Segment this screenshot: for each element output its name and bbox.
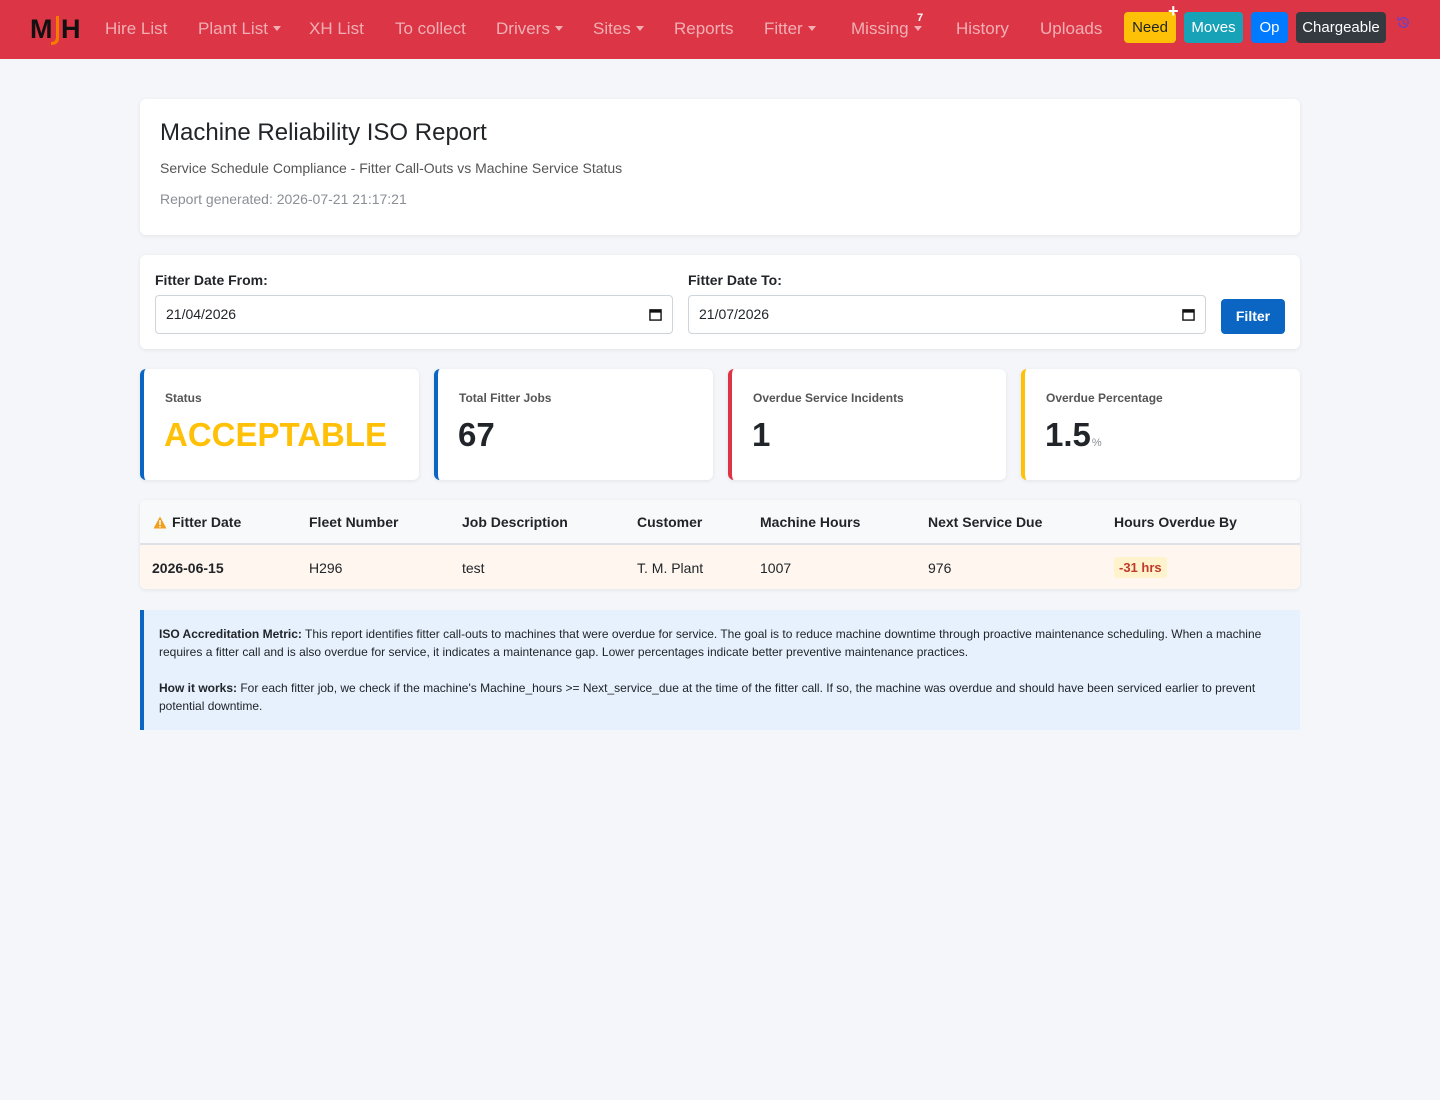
nav-plant-list[interactable]: Plant List (198, 19, 281, 39)
nav-to-collect[interactable]: To collect (395, 19, 466, 39)
page-title: Machine Reliability ISO Report (160, 119, 487, 146)
overdue-percentage-number: 1.5 (1045, 416, 1091, 453)
total-fitter-jobs-label: Total Fitter Jobs (459, 391, 552, 405)
column-header-customer[interactable]: Customer (637, 514, 702, 530)
nav-xh-list-label: XH List (309, 19, 364, 38)
cell-customer: T. M. Plant (637, 560, 704, 576)
calendar-icon[interactable] (649, 308, 662, 321)
nav-drivers-label: Drivers (496, 19, 550, 38)
warning-icon (153, 516, 167, 529)
nav-xh-list[interactable]: XH List (309, 19, 364, 39)
column-header-hours-overdue-by[interactable]: Hours Overdue By (1114, 514, 1237, 530)
report-generated-timestamp: Report generated: 2026-07-21 21:17:21 (160, 191, 407, 207)
date-to-value: 21/07/2026 (699, 306, 770, 322)
calendar-icon[interactable] (1182, 308, 1195, 321)
how-it-works-title: How it works: (159, 681, 238, 695)
date-to-input[interactable]: 21/07/2026 (688, 295, 1206, 334)
missing-count-badge: 7 (917, 12, 924, 24)
overdue-percentage-label: Overdue Percentage (1046, 391, 1163, 405)
nav-history-label: History (956, 19, 1009, 38)
total-fitter-jobs-card: Total Fitter Jobs 67 (434, 369, 713, 480)
status-card: Status ACCEPTABLE (140, 369, 419, 480)
info-box: ISO Accreditation Metric: This report id… (140, 610, 1300, 730)
page-subtitle: Service Schedule Compliance - Fitter Cal… (160, 160, 623, 176)
brand-logo[interactable]: M H (30, 12, 84, 46)
filter-button[interactable]: Filter (1221, 299, 1285, 334)
overdue-jobs-table: Fitter Date Fleet Number Job Description… (140, 500, 1300, 589)
iso-metric-title: ISO Accreditation Metric: (159, 627, 302, 641)
top-navbar: M H Hire List Plant List XH List To coll… (0, 0, 1440, 59)
date-from-input[interactable]: 21/04/2026 (155, 295, 673, 334)
overdue-incidents-card: Overdue Service Incidents 1 (728, 369, 1006, 480)
overdue-incidents-label: Overdue Service Incidents (753, 391, 904, 405)
plus-icon: + (1168, 1, 1179, 21)
iso-metric-text: This report identifies fitter call-outs … (159, 627, 1262, 659)
nav-uploads-label: Uploads (1040, 19, 1103, 38)
cell-job-description: test (462, 560, 485, 576)
column-header-fleet-number[interactable]: Fleet Number (309, 514, 398, 530)
nav-fitter[interactable]: Fitter (764, 19, 816, 39)
how-it-works-text: For each fitter job, we check if the mac… (159, 681, 1256, 713)
nav-hire-list-label: Hire List (105, 19, 168, 38)
history-icon[interactable] (1396, 15, 1411, 30)
cell-fitter-date: 2026-06-15 (152, 560, 224, 576)
filter-card: Fitter Date From: 21/04/2026 Fitter Date… (140, 255, 1300, 349)
chevron-down-icon (554, 26, 563, 31)
chevron-down-icon (272, 26, 281, 31)
column-header-job-description[interactable]: Job Description (462, 514, 568, 530)
status-value: ACCEPTABLE (164, 416, 388, 453)
date-from-label: Fitter Date From: (155, 272, 268, 288)
cell-machine-hours: 1007 (760, 560, 792, 576)
iso-metric-paragraph: ISO Accreditation Metric: This report id… (159, 625, 1284, 661)
chargeable-button[interactable]: Chargeable (1296, 12, 1386, 43)
nav-sites[interactable]: Sites (593, 19, 644, 39)
nav-reports[interactable]: Reports (674, 19, 734, 39)
nav-hire-list[interactable]: Hire List (105, 19, 167, 39)
column-header-next-service-due[interactable]: Next Service Due (928, 514, 1042, 530)
total-fitter-jobs-value: 67 (458, 416, 495, 453)
date-to-label: Fitter Date To: (688, 272, 782, 288)
cell-fleet-number: H296 (309, 560, 343, 576)
cell-next-service-due: 976 (928, 560, 952, 576)
nav-missing[interactable]: Missing (851, 19, 922, 39)
overdue-incidents-value: 1 (752, 416, 771, 453)
op-button[interactable]: Op (1251, 12, 1288, 43)
overdue-percentage-card: Overdue Percentage 1.5% (1021, 369, 1300, 480)
svg-text:H: H (61, 14, 81, 44)
hours-overdue-badge: -31 hrs (1114, 557, 1167, 578)
chevron-down-icon (635, 26, 644, 31)
chevron-down-icon (807, 26, 816, 31)
nav-sites-label: Sites (593, 19, 631, 38)
nav-reports-label: Reports (674, 19, 734, 38)
nav-plant-list-label: Plant List (198, 19, 268, 38)
how-it-works-paragraph: How it works: For each fitter job, we ch… (159, 679, 1284, 715)
status-label: Status (165, 391, 202, 405)
nav-to-collect-label: To collect (395, 19, 466, 38)
column-header-fitter-date[interactable]: Fitter Date (153, 514, 241, 530)
chevron-down-icon (913, 26, 922, 31)
nav-missing-label: Missing (851, 19, 909, 38)
nav-history[interactable]: History (956, 19, 1009, 39)
nav-uploads[interactable]: Uploads (1040, 19, 1102, 39)
report-header-card: Machine Reliability ISO Report Service S… (140, 99, 1300, 235)
moves-button[interactable]: Moves (1184, 12, 1243, 43)
column-header-fitter-date-label: Fitter Date (172, 514, 242, 530)
column-header-machine-hours[interactable]: Machine Hours (760, 514, 860, 530)
nav-drivers[interactable]: Drivers (496, 19, 563, 39)
svg-text:M: M (30, 14, 53, 44)
date-from-value: 21/04/2026 (166, 306, 237, 322)
nav-fitter-label: Fitter (764, 19, 803, 38)
overdue-percentage-value: 1.5% (1045, 416, 1102, 454)
percent-unit: % (1091, 437, 1102, 449)
